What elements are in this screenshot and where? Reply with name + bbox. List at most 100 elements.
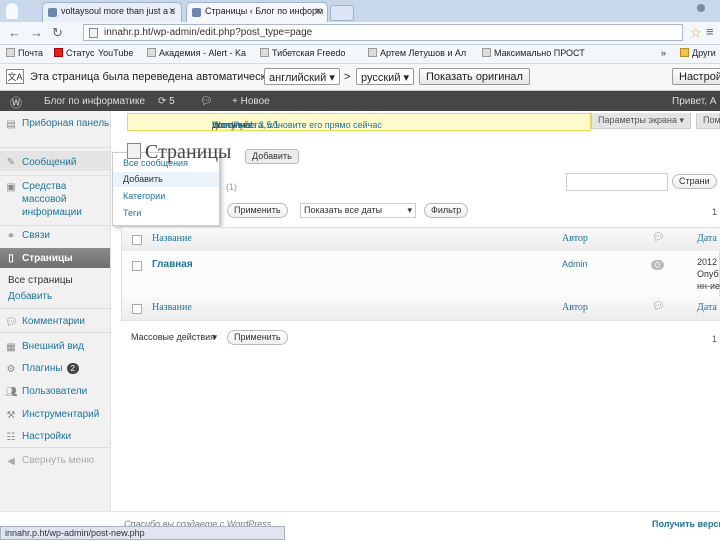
translate-message: Эта страница была переведена автоматичес… <box>30 71 272 83</box>
site-name-link[interactable]: Блог по информатике <box>44 96 145 107</box>
menu-links[interactable]: ⚭ Связи <box>0 229 110 242</box>
media-icon: ▣ <box>6 182 16 193</box>
page-title: Страницы <box>145 141 232 163</box>
row-checkbox[interactable] <box>132 261 142 271</box>
account-greeting[interactable]: Привет, А <box>672 96 716 107</box>
plugins-icon: ⚙ <box>6 364 16 375</box>
bookmark-star-icon[interactable]: ☆ <box>690 25 702 41</box>
page-author-link[interactable]: Admin <box>562 259 588 269</box>
wordpress-logo-icon[interactable]: Ⓦ <box>10 94 22 111</box>
comments-column-icon[interactable]: 💬︎ <box>652 301 665 312</box>
tools-icon: ⚒ <box>6 410 16 421</box>
update-now-link[interactable]: Пожалуйста, обновите его прямо сейчас <box>212 120 382 130</box>
table-header-row: Название Автор 💬︎ Дата <box>122 228 720 251</box>
translate-icon: 文A <box>6 69 24 84</box>
address-bar[interactable]: innahr.p.ht/wp-admin/edit.php?post_type=… <box>83 24 683 41</box>
comments-column-icon[interactable]: 💬︎ <box>652 232 665 243</box>
tab-title: voltaysoul more than just a s <box>61 6 176 16</box>
menu-dashboard[interactable]: ▤ Приборная панель <box>0 117 110 130</box>
menu-users[interactable]: 👥︎ Пользователи <box>0 385 110 398</box>
target-language-select[interactable]: русский ▾ <box>356 68 415 85</box>
submenu-add-page[interactable]: Добавить <box>8 291 52 302</box>
menu-appearance[interactable]: ▦ Внешний вид <box>0 340 110 353</box>
close-tab-icon[interactable]: ✕ <box>168 6 176 17</box>
bookmark-item[interactable]: Почта <box>6 48 43 58</box>
updates-icon: ⟳ <box>158 96 167 107</box>
search-pages-button[interactable]: Страни <box>672 174 717 189</box>
page-date-extra: нн-ие <box>697 281 720 291</box>
menu-media[interactable]: ▣ Средства массовой информации <box>0 180 110 219</box>
menu-posts[interactable]: ✎ Сообщений <box>0 151 110 171</box>
comments-count-badge[interactable]: 0 <box>651 260 665 270</box>
column-title-header[interactable]: Название <box>152 233 192 244</box>
show-original-button[interactable]: Показать оригинал <box>419 68 530 85</box>
items-count-bottom: 1 <box>712 334 718 344</box>
bookmark-item[interactable]: Академия - Alert - Ka <box>147 48 246 58</box>
column-date-footer[interactable]: Дата <box>697 302 717 313</box>
menu-pages[interactable]: ▯ Страницы <box>0 248 110 268</box>
tab-favicon-icon <box>192 8 201 17</box>
wrench-menu-icon[interactable]: ≡ <box>706 24 714 39</box>
footer-version-link[interactable]: Получить верси <box>652 519 720 529</box>
translate-bar: 文A Эта страница была переведена автомати… <box>0 64 720 91</box>
collapse-arrow-icon: ◀ <box>7 456 15 467</box>
bookmark-item[interactable]: Максимально ПРОСТ <box>482 48 585 58</box>
flyout-categories[interactable]: Категории <box>123 191 165 201</box>
settings-icon: ☷ <box>6 432 16 443</box>
reload-icon[interactable]: ↻ <box>52 25 63 41</box>
page-icon <box>89 28 98 38</box>
users-icon: 👥︎ <box>5 387 18 398</box>
bookmark-item[interactable]: Тибетская Freedo <box>260 48 345 58</box>
column-date-header[interactable]: Дата <box>697 233 717 244</box>
filter-button[interactable]: Фильтр <box>424 203 469 218</box>
new-tab-button[interactable] <box>330 5 354 21</box>
plugins-count-badge: 2 <box>66 363 79 374</box>
select-all-checkbox-bottom[interactable] <box>132 304 142 314</box>
menu-plugins[interactable]: ⚙ Плагины 2 <box>0 362 110 375</box>
select-all-checkbox[interactable] <box>132 235 142 245</box>
updates-link[interactable]: ⟳ 5 <box>158 96 175 107</box>
bookmark-item[interactable]: YouTube <box>98 48 133 58</box>
pages-heading-icon <box>127 143 141 159</box>
table-footer-row: Название Автор 💬︎ Дата <box>122 297 720 320</box>
update-notice: WordPress 3.5.1 доступно! Пожалуйста, об… <box>127 113 591 131</box>
dates-filter-select[interactable]: Показать все даты ▾ <box>300 203 416 218</box>
collapse-menu-button[interactable]: ◀ Свернуть меню <box>0 454 110 467</box>
browser-tab-2[interactable]: Страницы ‹ Блог по информ ✕ <box>186 2 328 22</box>
menu-comments[interactable]: 💬︎ Комментарии <box>0 315 110 328</box>
browser-tab-1[interactable]: voltaysoul more than just a s ✕ <box>42 2 182 22</box>
close-tab-icon[interactable]: ✕ <box>314 6 322 17</box>
help-tab[interactable]: Помощь <box>696 113 720 129</box>
appearance-icon: ▦ <box>6 342 16 353</box>
add-new-page-button[interactable]: Добавить <box>245 149 299 164</box>
translate-settings-button[interactable]: Настрой <box>672 68 720 85</box>
search-pages-input[interactable] <box>566 173 668 191</box>
column-author-header: Автор <box>562 233 588 244</box>
menu-settings[interactable]: ☷ Настройки <box>0 430 110 443</box>
screen-options-tab[interactable]: Параметры экрана ▾ <box>591 113 692 129</box>
flyout-add-post[interactable]: Добавить <box>123 174 163 184</box>
browser-tab-strip: voltaysoul more than just a s ✕ Страницы… <box>0 0 720 22</box>
forward-arrow-icon[interactable]: → <box>30 25 43 40</box>
plus-icon: + <box>232 96 238 107</box>
bookmark-item[interactable]: Артем Летушов и Ал <box>368 48 466 58</box>
apply-bulk-top-button[interactable]: Применить <box>227 203 288 218</box>
source-language-select[interactable]: английский ▾ <box>264 68 340 85</box>
column-title-footer[interactable]: Название <box>152 302 192 313</box>
links-icon: ⚭ <box>6 231 16 242</box>
page-title-link[interactable]: Главная <box>152 259 193 270</box>
admin-sidebar-menu: ▤ Приборная панель ✎ Сообщений ▣ Средства м… <box>0 111 111 511</box>
other-bookmarks[interactable]: Други <box>680 48 716 58</box>
apply-bulk-bottom-button[interactable]: Применить <box>227 330 288 345</box>
bulk-actions-select[interactable]: Массовые действия ▾ <box>127 330 221 345</box>
bookmarks-overflow-chevron[interactable]: » <box>661 48 666 58</box>
user-profile-icon[interactable] <box>690 4 712 14</box>
address-text: innahr.p.ht/wp-admin/edit.php?post_type=… <box>104 27 313 38</box>
menu-tools[interactable]: ⚒ Инструментарий <box>0 408 110 421</box>
submenu-all-pages[interactable]: Все страницы <box>8 275 73 286</box>
comments-bubble-icon[interactable]: 💬︎ <box>200 96 213 107</box>
flyout-tags[interactable]: Теги <box>123 208 141 218</box>
back-arrow-icon[interactable]: ← <box>8 25 21 40</box>
bookmark-item[interactable]: Статус <box>54 48 94 58</box>
new-content-link[interactable]: + Новое <box>232 96 270 107</box>
